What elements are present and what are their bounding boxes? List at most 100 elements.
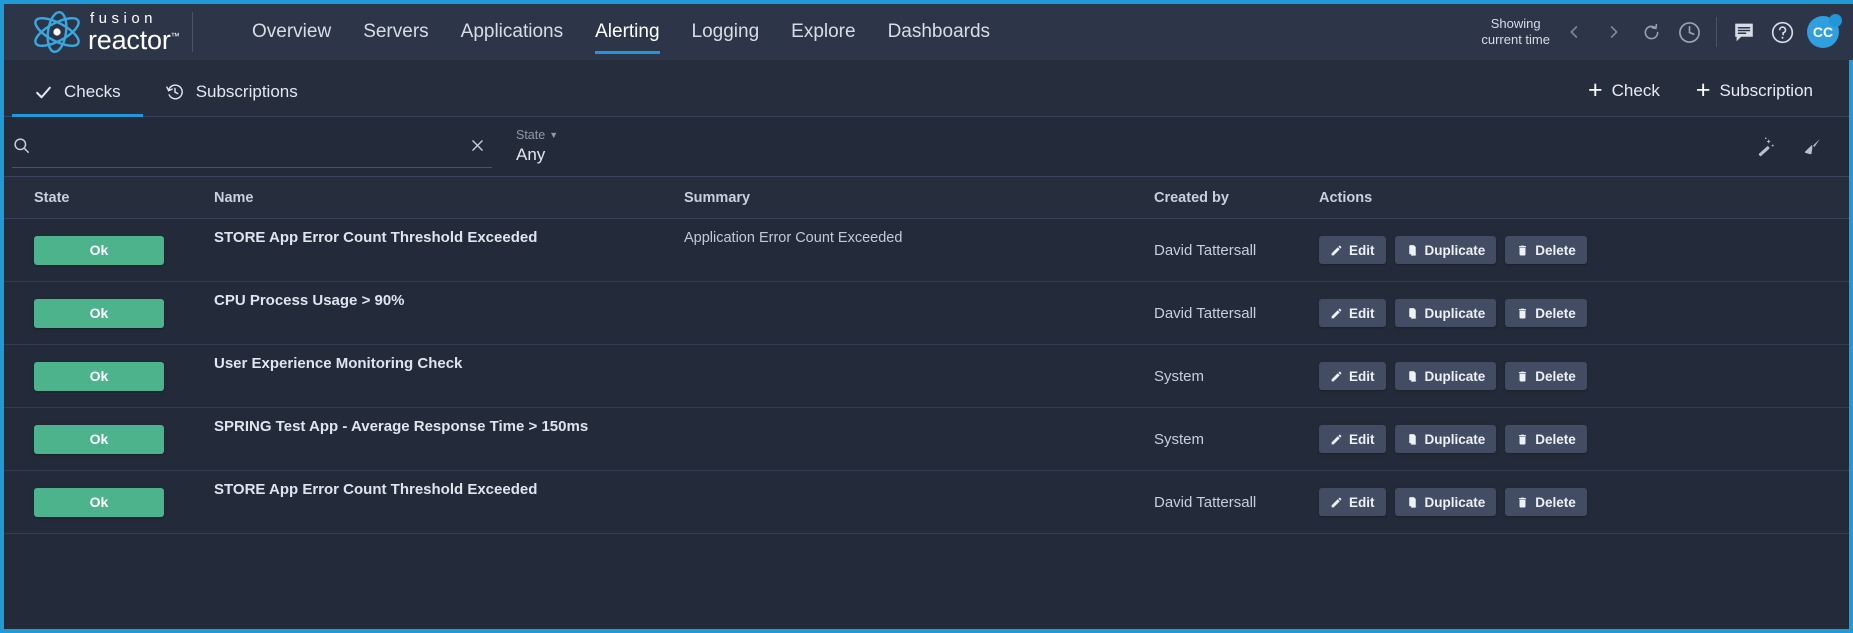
plus-icon: +: [1695, 76, 1711, 104]
table-row[interactable]: Ok STORE App Error Count Threshold Exceed…: [4, 219, 1849, 282]
delete-button[interactable]: Delete: [1505, 236, 1587, 264]
trash-icon: [1516, 496, 1529, 509]
brand-logo[interactable]: fusion reactor™: [4, 10, 214, 54]
pencil-icon: [1330, 496, 1343, 509]
nav-item-applications[interactable]: Applications: [445, 4, 579, 60]
pencil-icon: [1330, 244, 1343, 257]
delete-button-label: Delete: [1535, 494, 1576, 510]
column-header-state: State: [34, 189, 70, 206]
pencil-icon: [1330, 433, 1343, 446]
pencil-icon: [1330, 370, 1343, 383]
state-filter-label: State ▼: [516, 128, 559, 142]
cell-state: Ok: [4, 298, 214, 328]
table-row[interactable]: Ok SPRING Test App - Average Response Tim…: [4, 408, 1849, 471]
duplicate-button-label: Duplicate: [1424, 305, 1486, 321]
chevron-down-icon: ▼: [549, 130, 559, 140]
duplicate-button-label: Duplicate: [1424, 494, 1486, 510]
cell-summary: Application Error Count Exceeded: [684, 230, 903, 246]
column-header-actions: Actions: [1319, 189, 1373, 206]
showing-time-line1: Showing: [1490, 16, 1541, 31]
plus-icon: +: [1588, 76, 1603, 104]
avatar[interactable]: CC: [1807, 14, 1842, 48]
copy-icon: [1406, 307, 1419, 320]
nav-item-overview[interactable]: Overview: [236, 4, 347, 60]
cell-created-by: System: [1154, 430, 1205, 448]
chat-icon[interactable]: [1725, 13, 1763, 51]
table-row[interactable]: Ok User Experience Monitoring Check System…: [4, 345, 1849, 408]
filter-tools: [1755, 136, 1835, 157]
header-actions: Showing current time CC: [1481, 4, 1853, 60]
table-row[interactable]: Ok STORE App Error Count Threshold Exceed…: [4, 471, 1849, 534]
status-badge[interactable]: Ok: [34, 487, 164, 517]
cell-name: STORE App Error Count Threshold Exceeded: [214, 481, 538, 498]
search-input[interactable]: [39, 136, 463, 154]
chevron-right-icon[interactable]: [1594, 13, 1632, 51]
status-badge[interactable]: Ok: [34, 298, 164, 328]
broom-icon[interactable]: [1802, 136, 1823, 157]
clock-icon[interactable]: [1670, 13, 1708, 51]
filter-bar: State ▼ Any: [4, 117, 1849, 177]
cell-state: Ok: [4, 235, 214, 265]
cell-actions: Edit Duplicate Delete: [1319, 362, 1849, 390]
tab-subscriptions-label: Subscriptions: [195, 82, 298, 101]
showing-time-line2: current time: [1481, 32, 1550, 47]
trash-icon: [1516, 244, 1529, 257]
help-icon[interactable]: [1763, 13, 1801, 51]
chevron-left-icon[interactable]: [1556, 13, 1594, 51]
refresh-icon[interactable]: [1632, 13, 1670, 51]
logo-divider: [191, 12, 193, 52]
edit-button[interactable]: Edit: [1319, 236, 1386, 264]
status-badge[interactable]: Ok: [34, 235, 164, 265]
showing-time-indicator: Showing current time: [1481, 16, 1550, 48]
cell-name: CPU Process Usage > 90%: [214, 292, 405, 309]
table-row[interactable]: Ok CPU Process Usage > 90% David Tattersal…: [4, 282, 1849, 345]
duplicate-button[interactable]: Duplicate: [1394, 488, 1497, 516]
duplicate-button[interactable]: Duplicate: [1394, 362, 1497, 390]
delete-button[interactable]: Delete: [1505, 488, 1587, 516]
status-badge[interactable]: Ok: [34, 424, 164, 454]
duplicate-button[interactable]: Duplicate: [1394, 299, 1497, 327]
header-divider: [1716, 17, 1717, 47]
delete-button-label: Delete: [1535, 431, 1576, 447]
magic-wand-icon[interactable]: [1755, 136, 1776, 157]
history-icon: [165, 82, 185, 102]
delete-button[interactable]: Delete: [1505, 425, 1587, 453]
tab-bar: Checks Subscriptions + Check + Subscript…: [4, 60, 1849, 117]
copy-icon: [1406, 496, 1419, 509]
state-filter-value: Any: [516, 145, 546, 164]
edit-button[interactable]: Edit: [1319, 488, 1386, 516]
search-box[interactable]: [12, 126, 492, 168]
trash-icon: [1516, 307, 1529, 320]
cell-actions: Edit Duplicate Delete: [1319, 236, 1849, 264]
duplicate-button-label: Duplicate: [1424, 431, 1486, 447]
edit-button[interactable]: Edit: [1319, 299, 1386, 327]
close-icon[interactable]: [463, 137, 492, 154]
edit-button[interactable]: Edit: [1319, 362, 1386, 390]
app-header: fusion reactor™ Overview Servers Applica…: [0, 4, 1853, 60]
copy-icon: [1406, 370, 1419, 383]
cell-actions: Edit Duplicate Delete: [1319, 488, 1849, 516]
edit-button[interactable]: Edit: [1319, 425, 1386, 453]
nav-item-servers[interactable]: Servers: [347, 4, 444, 60]
nav-item-explore[interactable]: Explore: [775, 4, 871, 60]
state-filter[interactable]: State ▼ Any: [516, 128, 558, 165]
duplicate-button[interactable]: Duplicate: [1394, 236, 1497, 264]
tab-subscriptions[interactable]: Subscriptions: [143, 82, 320, 116]
tab-checks[interactable]: Checks: [12, 82, 143, 117]
cell-created-by: David Tattersall: [1154, 241, 1257, 259]
logo-reactor-text: reactor™: [88, 24, 180, 55]
duplicate-button[interactable]: Duplicate: [1394, 425, 1497, 453]
add-check-button[interactable]: + Check: [1570, 78, 1678, 103]
delete-button[interactable]: Delete: [1505, 362, 1587, 390]
nav-item-dashboards[interactable]: Dashboards: [872, 4, 1006, 60]
atom-logo-icon: [30, 10, 84, 54]
edit-button-label: Edit: [1349, 368, 1375, 384]
nav-item-alerting[interactable]: Alerting: [579, 4, 675, 60]
status-badge[interactable]: Ok: [34, 361, 164, 391]
cell-state: Ok: [4, 487, 214, 517]
logo-fusion-text: fusion: [90, 9, 158, 27]
nav-item-logging[interactable]: Logging: [676, 4, 776, 60]
cell-summary: [684, 282, 1154, 293]
add-subscription-button[interactable]: + Subscription: [1678, 78, 1831, 103]
delete-button[interactable]: Delete: [1505, 299, 1587, 327]
